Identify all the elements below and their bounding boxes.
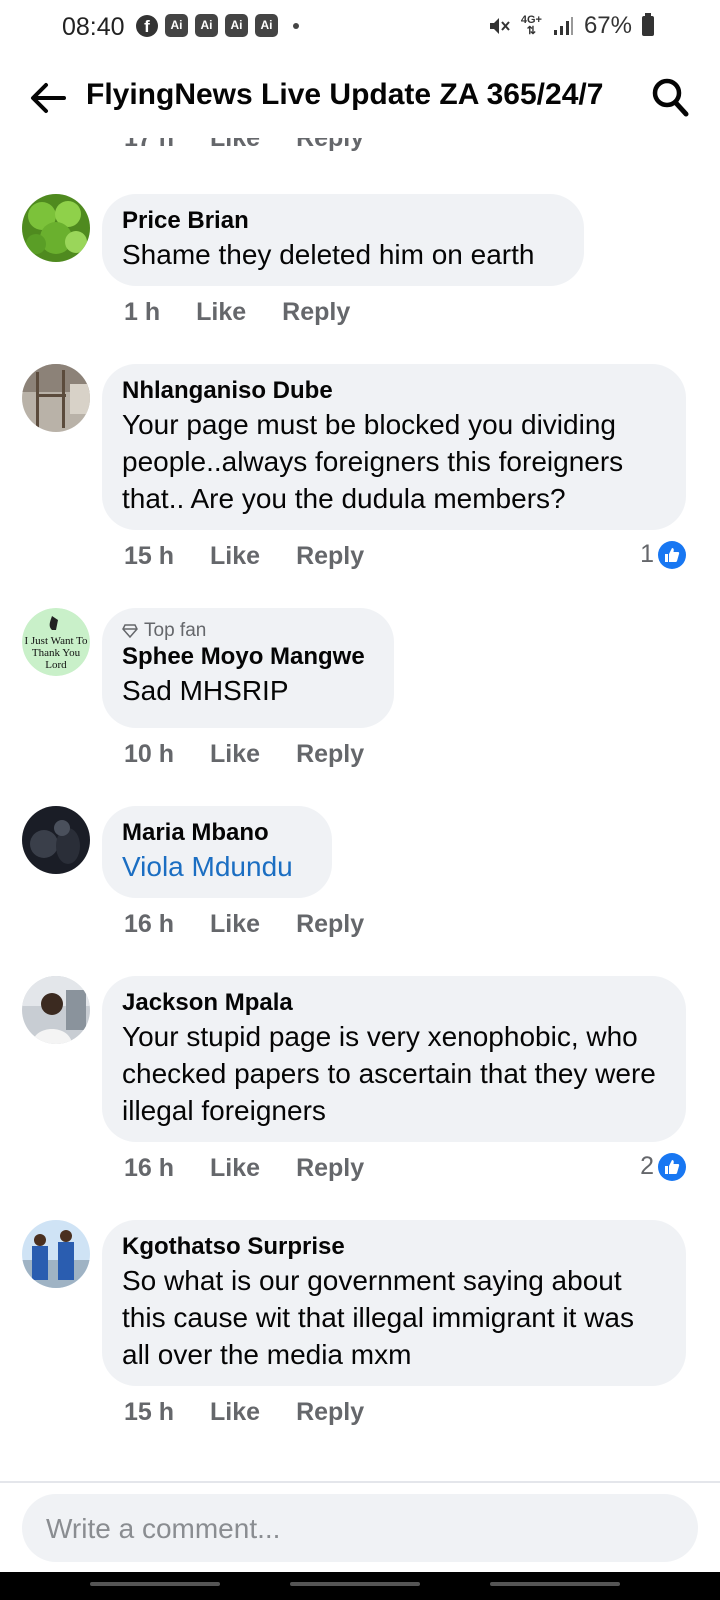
comment-actions: 16 h Like Reply [124, 910, 400, 939]
battery-icon [642, 13, 654, 36]
comment-bubble[interactable]: Maria Mbano Viola Mdundu [102, 806, 332, 898]
reaction-count-value: 1 [640, 540, 654, 568]
comment-author[interactable]: Sphee Moyo Mangwe [122, 642, 374, 672]
mute-icon [489, 18, 510, 34]
ai-notification-icon: Ai [225, 14, 248, 37]
comment-actions-partial: 17 h Like Reply [124, 138, 364, 153]
comment-author[interactable]: Jackson Mpala [122, 988, 666, 1018]
comment-time: 16 h [124, 1154, 175, 1182]
signal-icon [553, 17, 573, 35]
system-navigation-bar [0, 1572, 720, 1600]
comment-bubble[interactable]: Kgothatso Surprise So what is our govern… [102, 1220, 686, 1386]
comment-actions: 15 h Like Reply [124, 542, 400, 571]
ai-notification-icon: Ai [195, 14, 218, 37]
notification-icons: f Ai Ai Ai Ai [136, 14, 299, 37]
nav-back[interactable] [490, 1582, 620, 1586]
avatar[interactable] [22, 364, 90, 432]
ai-notification-icon: Ai [165, 14, 188, 37]
reaction-count[interactable]: 1 [640, 540, 686, 569]
comment-text: Shame they deleted him on earth [122, 239, 535, 270]
reply-button[interactable]: Reply [296, 138, 364, 153]
avatar[interactable] [22, 976, 90, 1044]
comment-composer[interactable] [22, 1494, 698, 1564]
status-bar: 08:40 f Ai Ai Ai Ai 4G+ ⇅ 67% [0, 0, 720, 56]
reply-button[interactable]: Reply [296, 740, 364, 769]
like-button[interactable]: Like [196, 298, 246, 327]
comment-author[interactable]: Kgothatso Surprise [122, 1232, 666, 1262]
thumbs-up-icon [658, 1152, 686, 1181]
reply-button[interactable]: Reply [296, 1398, 364, 1427]
composer-divider [0, 1481, 720, 1483]
reply-button[interactable]: Reply [282, 298, 350, 327]
comment-time: 15 h [124, 542, 175, 570]
comments-list: 17 h Like Reply Price Brian Shame they d… [0, 138, 720, 1478]
comment-actions: 1 h Like Reply [124, 298, 386, 327]
top-fan-badge: Top fan [122, 620, 374, 642]
like-button[interactable]: Like [210, 1398, 260, 1427]
like-button[interactable]: Like [210, 138, 260, 153]
facebook-notification-icon: f [136, 14, 158, 37]
like-button[interactable]: Like [210, 910, 260, 939]
avatar[interactable] [22, 194, 90, 262]
comment-input[interactable] [44, 1494, 668, 1564]
reaction-count[interactable]: 2 [640, 1152, 686, 1181]
network-icon: 4G+ ⇅ [520, 14, 542, 37]
comment-time: 1 h [124, 298, 161, 326]
comment-text: Your page must be blocked you dividing p… [122, 409, 624, 514]
comment-author[interactable]: Maria Mbano [122, 818, 312, 848]
comment-author[interactable]: Price Brian [122, 206, 564, 236]
status-time: 08:40 [62, 13, 125, 41]
system-status: 4G+ ⇅ 67% [487, 12, 654, 40]
back-button[interactable] [28, 78, 68, 118]
comment-bubble[interactable]: Price Brian Shame they deleted him on ea… [102, 194, 584, 286]
comment-actions: 16 h Like Reply [124, 1154, 400, 1183]
top-fan-label: Top fan [144, 620, 207, 641]
comment-actions: 15 h Like Reply [124, 1398, 400, 1427]
like-button[interactable]: Like [210, 1154, 260, 1183]
nav-recent-apps[interactable] [90, 1582, 220, 1586]
search-button[interactable] [650, 76, 690, 118]
comment-time: 17 h [124, 138, 175, 152]
comment-bubble[interactable]: Top fan Sphee Moyo Mangwe Sad MHSRIP [102, 608, 394, 728]
reply-button[interactable]: Reply [296, 910, 364, 939]
comment-text: Sad MHSRIP [122, 675, 289, 706]
comment-text: Your stupid page is very xenophobic, who… [122, 1021, 656, 1126]
comment-actions: 10 h Like Reply [124, 740, 400, 769]
diamond-icon [122, 624, 138, 638]
nav-home[interactable] [290, 1582, 420, 1586]
comment-bubble[interactable]: Nhlanganiso Dube Your page must be block… [102, 364, 686, 530]
comment-text: So what is our government saying about t… [122, 1265, 634, 1370]
more-notifications-dot-icon [293, 22, 299, 29]
battery-percent: 67% [583, 12, 632, 39]
like-button[interactable]: Like [210, 542, 260, 571]
avatar[interactable] [22, 806, 90, 874]
comment-time: 15 h [124, 1398, 175, 1426]
mentioned-user-link[interactable]: Viola Mdundu [122, 848, 312, 885]
reply-button[interactable]: Reply [296, 542, 364, 571]
avatar[interactable]: I Just Want To Thank You Lord [22, 608, 90, 676]
reply-button[interactable]: Reply [296, 1154, 364, 1183]
like-button[interactable]: Like [210, 740, 260, 769]
comment-bubble[interactable]: Jackson Mpala Your stupid page is very x… [102, 976, 686, 1142]
comment-time: 16 h [124, 910, 175, 938]
comment-time: 10 h [124, 740, 175, 768]
page-title: FlyingNews Live Update ZA 365/24/7 [86, 78, 604, 111]
comment-author[interactable]: Nhlanganiso Dube [122, 376, 666, 406]
avatar[interactable] [22, 1220, 90, 1288]
reaction-count-value: 2 [640, 1152, 654, 1180]
avatar-caption: I Just Want To Thank You Lord [24, 635, 88, 671]
thumbs-up-icon [658, 540, 686, 569]
page-header: FlyingNews Live Update ZA 365/24/7 [0, 58, 720, 138]
ai-notification-icon: Ai [255, 14, 278, 37]
